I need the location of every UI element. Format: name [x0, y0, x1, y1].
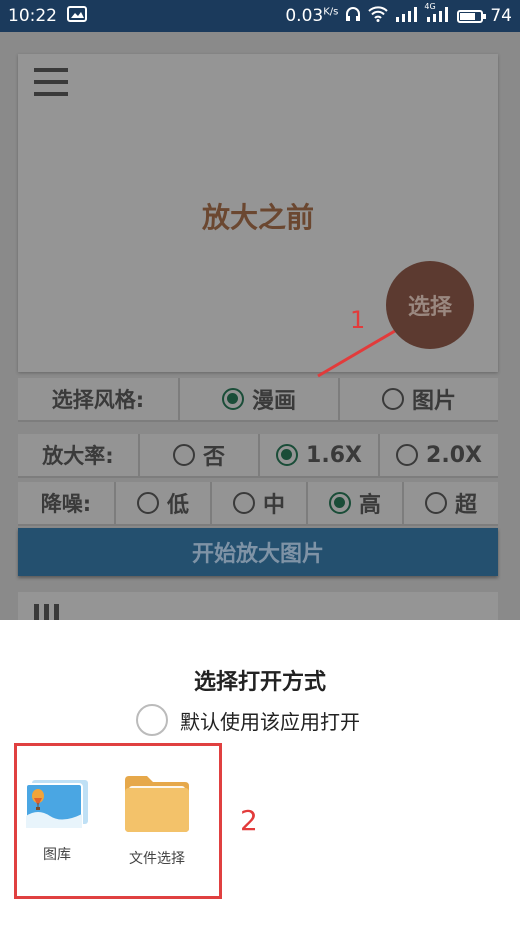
radio-unchecked-icon	[424, 492, 447, 514]
scale-row-label: 放大率:	[42, 444, 114, 468]
radio-checked-icon	[276, 444, 299, 466]
menu-icon[interactable]	[34, 68, 68, 98]
style-option-label: 图片	[411, 389, 456, 414]
noise-option-super[interactable]: 超	[402, 482, 498, 524]
radio-checked-icon	[221, 388, 244, 410]
app-background: 放大之前 1 选择 选择风格: 漫画 图片 放大率: 否 1.6X 2.0X 降…	[0, 32, 520, 620]
style-row: 选择风格: 漫画 图片	[18, 378, 498, 422]
annotation-step-2: 2	[240, 804, 258, 837]
default-option-label: 默认使用该应用打开	[180, 709, 360, 734]
noise-option-medium[interactable]: 中	[210, 482, 306, 524]
preview-card: 放大之前 1 选择	[18, 54, 498, 378]
headphones-icon	[345, 6, 361, 27]
noise-row: 降噪: 低 中 高 超	[18, 482, 498, 526]
battery-level: 74	[490, 6, 512, 26]
select-image-button[interactable]: 选择	[386, 261, 474, 349]
notification-icon	[67, 5, 87, 27]
wifi-icon	[368, 5, 389, 27]
scale-option-none[interactable]: 否	[138, 434, 258, 476]
before-label: 放大之前	[201, 201, 314, 234]
radio-unchecked-icon	[396, 444, 419, 466]
scale-option-1-6x[interactable]: 1.6X	[258, 434, 378, 476]
battery-fill	[460, 12, 476, 20]
default-radio-icon[interactable]	[136, 704, 168, 736]
noise-option-high[interactable]: 高	[306, 482, 402, 524]
style-option-comic[interactable]: 漫画	[178, 378, 338, 420]
radio-unchecked-icon	[381, 388, 404, 410]
scale-option-2-0x[interactable]: 2.0X	[378, 434, 498, 476]
signal-4g-icon: 4G	[424, 2, 450, 27]
start-upscale-button[interactable]: 开始放大图片	[18, 528, 498, 576]
noise-option-low[interactable]: 低	[114, 482, 210, 524]
network-speed-value: 0.03	[285, 6, 324, 26]
radio-unchecked-icon	[232, 492, 255, 514]
signal-icon	[395, 6, 419, 27]
noise-option-label: 低	[166, 493, 189, 518]
result-card	[18, 592, 498, 620]
menu-bars-icon	[34, 604, 59, 620]
annotation-highlight-box	[14, 743, 222, 899]
scale-option-label: 1.6X	[306, 442, 362, 468]
default-option[interactable]: 默认使用该应用打开	[136, 704, 360, 736]
style-option-photo[interactable]: 图片	[338, 378, 498, 420]
signal-4g-label: 4G	[424, 1, 436, 11]
noise-row-label: 降噪:	[40, 492, 92, 516]
radio-checked-icon	[328, 492, 351, 514]
noise-option-label: 超	[454, 493, 477, 518]
noise-option-label: 中	[262, 493, 285, 518]
network-speed: 0.03K/s	[285, 6, 338, 26]
radio-unchecked-icon	[136, 492, 159, 514]
open-with-sheet: 选择打开方式 默认使用该应用打开 图库 文件选择 2	[0, 620, 520, 929]
scale-option-label: 2.0X	[426, 442, 482, 468]
radio-unchecked-icon	[172, 444, 195, 466]
sheet-title: 选择打开方式	[193, 670, 326, 695]
battery-icon	[457, 9, 487, 23]
scale-option-label: 否	[202, 445, 225, 470]
network-speed-unit: K/s	[323, 6, 339, 18]
scale-row: 放大率: 否 1.6X 2.0X	[18, 434, 498, 478]
noise-option-label: 高	[358, 493, 381, 518]
status-time: 10:22	[8, 6, 57, 26]
status-bar: 10:22 0.03K/s 4G 74	[0, 0, 520, 32]
style-row-label: 选择风格:	[51, 388, 145, 412]
style-option-label: 漫画	[251, 389, 296, 414]
